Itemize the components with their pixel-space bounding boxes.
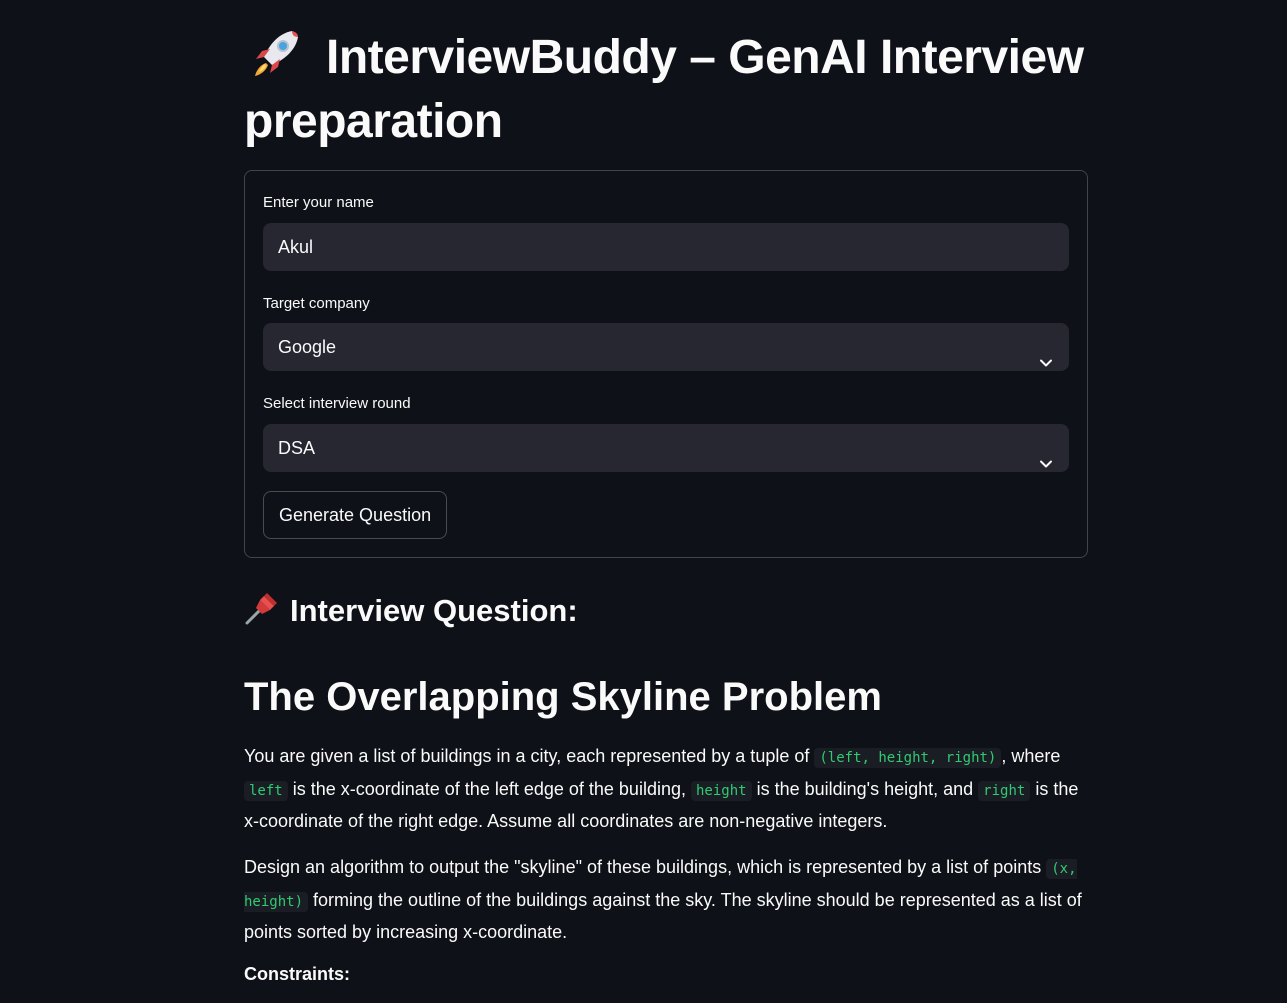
text-segment: is the x-coordinate of the left edge of … xyxy=(287,778,691,799)
chevron-down-icon xyxy=(1039,340,1053,367)
text-segment: , where xyxy=(1001,746,1061,766)
text-segment: Design an algorithm to output the "skyli… xyxy=(244,857,1047,877)
code-inline: right xyxy=(978,780,1031,801)
round-select[interactable]: DSA xyxy=(263,424,1069,472)
generate-question-button[interactable]: Generate Question xyxy=(263,491,448,539)
round-label: Select interview round xyxy=(263,395,411,412)
name-label: Enter your name xyxy=(263,194,374,211)
round-select-value: DSA xyxy=(278,438,316,458)
code-inline: (left, height, right) xyxy=(814,748,1002,768)
text-segment: is the building's height, and xyxy=(751,778,979,799)
question-paragraph-2: Design an algorithm to output the "skyli… xyxy=(244,852,1088,948)
text-segment: forming the outline of the buildings aga… xyxy=(244,889,1082,943)
interview-form: Enter your name Akul Target company Goog… xyxy=(244,170,1088,558)
question-header: Interview Question: xyxy=(244,588,578,634)
company-label: Target company xyxy=(263,295,370,312)
question-title: The Overlapping Skyline Problem xyxy=(244,675,882,719)
name-input[interactable]: Akul xyxy=(263,223,1069,271)
pushpin-icon xyxy=(244,590,280,626)
rocket-icon xyxy=(244,27,304,79)
code-inline: left xyxy=(244,780,288,801)
chevron-down-icon xyxy=(1039,441,1053,468)
code-inline: height xyxy=(690,780,752,801)
constraints-heading: Constraints: xyxy=(244,964,351,984)
question-header-text: Interview Question: xyxy=(290,593,578,628)
company-select[interactable]: Google xyxy=(263,323,1069,371)
title-text: InterviewBuddy – GenAI Interview prepara… xyxy=(244,31,1084,148)
question-paragraph-1: You are given a list of buildings in a c… xyxy=(244,741,1088,837)
page-title: InterviewBuddy – GenAI Interview prepara… xyxy=(244,0,1088,154)
main-content: InterviewBuddy – GenAI Interview prepara… xyxy=(244,0,1088,984)
text-segment: You are given a list of buildings in a c… xyxy=(244,746,815,766)
company-select-value: Google xyxy=(278,337,337,357)
